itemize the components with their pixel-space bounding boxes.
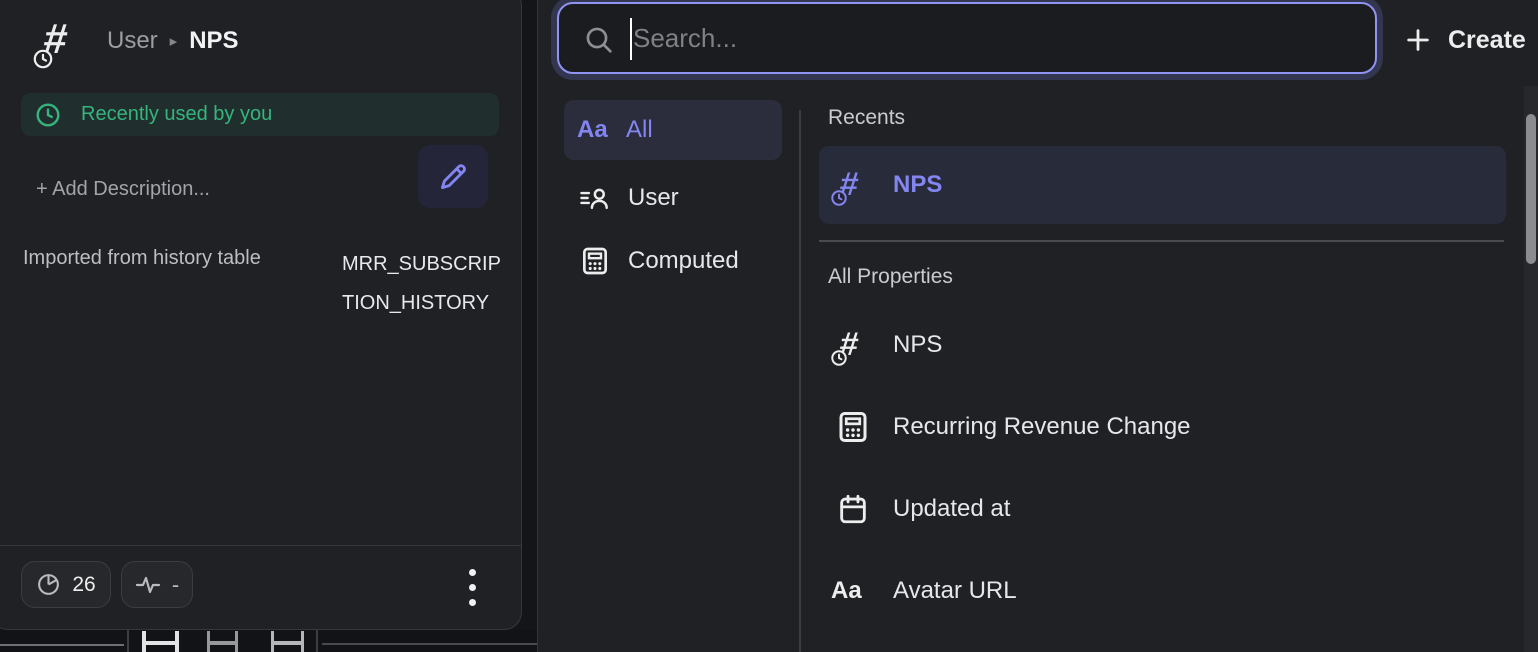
- scrollbar-track[interactable]: [1524, 86, 1538, 652]
- meta-value: MRR_SUBSCRIPTION_HISTORY: [342, 245, 502, 323]
- category-label: All: [626, 116, 653, 144]
- section-divider: [819, 240, 1504, 242]
- table-cell-fragment: [142, 631, 179, 652]
- create-button[interactable]: Create: [1404, 16, 1526, 64]
- category-label: User: [628, 184, 679, 212]
- table-gridline: [322, 643, 537, 645]
- footer-divider: [0, 545, 521, 546]
- user-list-icon: [577, 183, 613, 213]
- background-table-fragment: [0, 630, 537, 652]
- text-format-icon: Aa: [831, 577, 875, 605]
- breadcrumb-parent[interactable]: User: [107, 27, 158, 55]
- breadcrumb-current: NPS: [189, 27, 238, 55]
- pencil-icon: [436, 160, 470, 194]
- add-description-button[interactable]: + Add Description...: [36, 178, 210, 201]
- calculator-icon: [577, 245, 613, 277]
- search-icon: [583, 24, 615, 56]
- text-format-icon: Aa: [577, 116, 611, 144]
- kebab-menu-icon[interactable]: [469, 569, 476, 606]
- category-user[interactable]: User: [564, 173, 782, 223]
- result-item-label: NPS: [893, 331, 942, 359]
- numeric-history-icon: #: [831, 163, 875, 207]
- column-divider: [799, 110, 801, 652]
- result-item-label: Recurring Revenue Change: [893, 413, 1191, 441]
- result-item-label: NPS: [893, 171, 942, 199]
- plus-icon: [1404, 26, 1432, 54]
- table-cell-fragment: [271, 631, 304, 652]
- create-button-label: Create: [1448, 26, 1526, 55]
- chevron-right-icon: ▸: [170, 32, 178, 50]
- trend-pill[interactable]: -: [121, 561, 193, 608]
- trend-value: -: [172, 572, 179, 598]
- table-gridline: [127, 630, 129, 652]
- scrollbar-thumb[interactable]: [1526, 114, 1536, 264]
- calendar-icon: [831, 492, 875, 526]
- clock-icon: [35, 102, 61, 128]
- property-picker-screen: # User ▸ NPS Recently used by you + Add …: [0, 0, 1538, 652]
- table-gridline: [0, 644, 124, 646]
- section-header-recents: Recents: [828, 106, 905, 130]
- result-item-avatar-url[interactable]: Aa Avatar URL: [819, 559, 1506, 623]
- table-gridline: [316, 630, 318, 652]
- category-computed[interactable]: Computed: [564, 236, 782, 286]
- numeric-history-icon: #: [831, 323, 875, 367]
- result-item-nps[interactable]: # NPS: [819, 313, 1506, 377]
- result-item-label: Avatar URL: [893, 577, 1017, 605]
- property-detail-card: # User ▸ NPS Recently used by you + Add …: [0, 0, 522, 630]
- recently-used-badge: Recently used by you: [21, 93, 499, 136]
- breadcrumb: User ▸ NPS: [107, 27, 239, 55]
- count-value: 26: [72, 573, 95, 597]
- property-picker-modal: Create Aa All User: [537, 0, 1538, 652]
- table-cell-fragment: [207, 631, 238, 652]
- result-item-updated-at[interactable]: Updated at: [819, 477, 1506, 541]
- numeric-history-icon: #: [34, 15, 86, 67]
- count-pill[interactable]: 26: [21, 561, 111, 608]
- result-item-nps-recent[interactable]: # NPS: [819, 146, 1506, 224]
- search-input[interactable]: [559, 4, 1375, 72]
- search-box[interactable]: [557, 2, 1377, 74]
- calculator-icon: [831, 409, 875, 445]
- pie-chart-icon: [36, 572, 61, 597]
- text-cursor: [630, 18, 632, 60]
- result-item-label: Updated at: [893, 495, 1010, 523]
- edit-description-button[interactable]: [418, 145, 488, 208]
- category-label: Computed: [628, 247, 739, 275]
- meta-label: Imported from history table: [23, 247, 261, 270]
- pulse-icon: [135, 574, 161, 596]
- clock-badge-icon: [32, 48, 54, 70]
- category-all[interactable]: Aa All: [564, 100, 782, 160]
- result-item-recurring-revenue-change[interactable]: Recurring Revenue Change: [819, 395, 1506, 459]
- recently-used-label: Recently used by you: [81, 103, 272, 126]
- section-header-all-properties: All Properties: [828, 265, 953, 289]
